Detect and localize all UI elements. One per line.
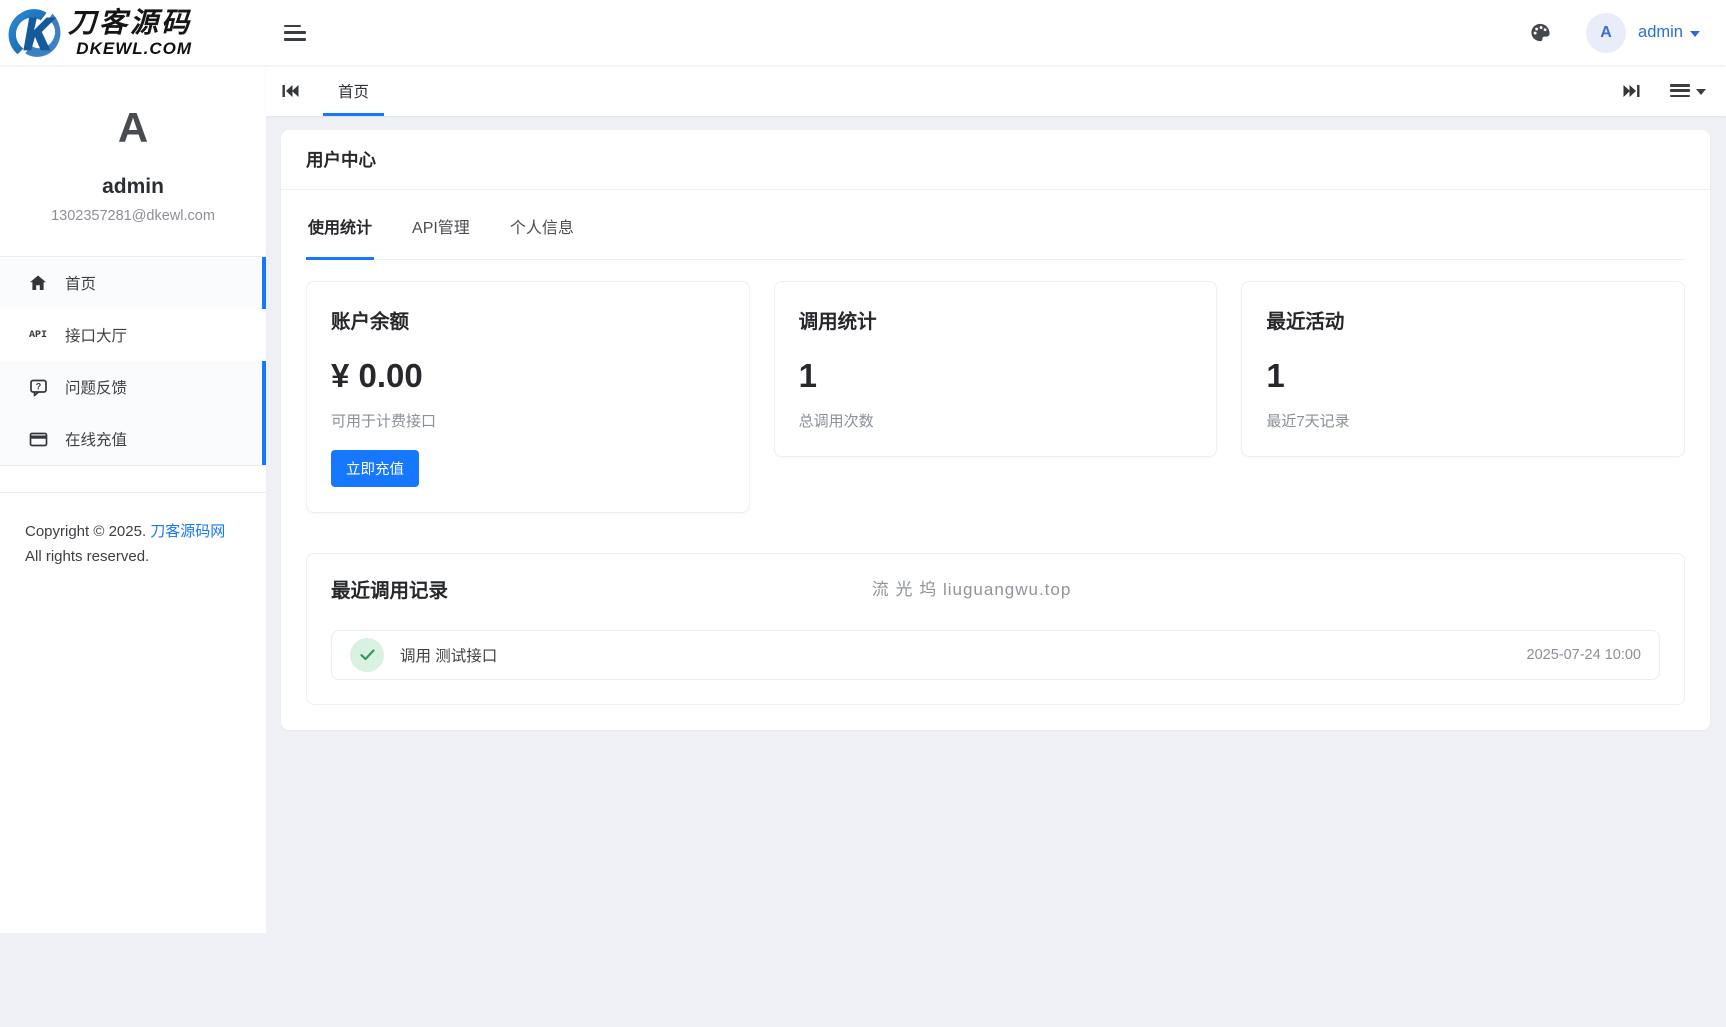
user-avatar[interactable]: A bbox=[1586, 12, 1627, 53]
activity-title: 最近活动 bbox=[1266, 311, 1345, 333]
activity-value: 1 bbox=[1266, 357, 1285, 394]
copyright-line: Copyright © 2025. 刀客源码网 bbox=[25, 523, 226, 540]
sidebar-toggle-icon[interactable] bbox=[284, 24, 306, 41]
user-dropdown[interactable]: admin bbox=[1638, 23, 1700, 42]
skip-backward-icon bbox=[282, 84, 299, 97]
sidebar-item-recharge[interactable]: 在线充值 bbox=[0, 413, 266, 465]
balance-card: 账户余额 ¥ 0.00 可用于计费接口 立即充值 bbox=[306, 281, 750, 513]
caret-down-icon bbox=[1690, 30, 1700, 37]
tabs-scroll-right-button[interactable] bbox=[1623, 84, 1640, 98]
check-icon bbox=[359, 649, 375, 661]
user-center-panel: 用户中心 使用统计 API管理 个人信息 账户余额 ¥ 0.00 可用于计费接口… bbox=[281, 130, 1710, 730]
credit-card-icon bbox=[28, 430, 48, 449]
balance-title: 账户余额 bbox=[331, 311, 410, 333]
sidebar-item-home[interactable]: 首页 bbox=[0, 257, 266, 309]
recent-calls-card: 最近调用记录 流 光 坞 liuguangwu.top 调用 测试接口 2025… bbox=[306, 553, 1685, 705]
tab-usage-stats[interactable]: 使用统计 bbox=[306, 198, 375, 260]
calls-caption: 总调用次数 bbox=[798, 413, 874, 430]
page-tabbar: 首页 bbox=[266, 65, 1726, 116]
panel-tabs: 使用统计 API管理 个人信息 bbox=[306, 190, 1685, 260]
activity-card: 最近活动 1 最近7天记录 bbox=[1241, 281, 1685, 457]
sidebar-profile: A admin 1302357281@dkewl.com bbox=[0, 65, 266, 256]
api-icon: API bbox=[28, 329, 47, 341]
recent-call-row: 调用 测试接口 2025-07-24 10:00 bbox=[331, 630, 1660, 680]
list-icon bbox=[1670, 84, 1690, 97]
profile-name: admin bbox=[102, 175, 164, 198]
sidebar: A admin 1302357281@dkewl.com 首页 API 接口大厅 bbox=[0, 65, 266, 933]
recharge-button[interactable]: 立即充值 bbox=[331, 450, 419, 487]
svg-text:?: ? bbox=[35, 381, 41, 391]
home-icon bbox=[28, 274, 48, 292]
logo-subtitle: DKEWL.COM bbox=[76, 38, 193, 58]
logo-title: 刀客源码 bbox=[68, 6, 193, 38]
balance-caption: 可用于计费接口 bbox=[331, 413, 437, 430]
palette-icon bbox=[1531, 23, 1550, 42]
tab-options-button[interactable] bbox=[1670, 84, 1706, 97]
logo[interactable]: 刀客源码 DKEWL.COM bbox=[0, 0, 240, 65]
sidebar-item-label: 在线充值 bbox=[65, 432, 128, 449]
success-status-badge bbox=[350, 638, 384, 672]
tab-api-management[interactable]: API管理 bbox=[410, 198, 472, 259]
sidebar-item-label: 首页 bbox=[65, 276, 97, 293]
app-header: 刀客源码 DKEWL.COM A admin bbox=[0, 0, 1726, 65]
activity-caption: 最近7天记录 bbox=[1266, 413, 1350, 430]
watermark-text: 流 光 坞 liuguangwu.top bbox=[871, 580, 1072, 599]
sidebar-item-feedback[interactable]: ? 问题反馈 bbox=[0, 361, 266, 413]
theme-button[interactable] bbox=[1529, 21, 1552, 44]
panel-body: 使用统计 API管理 个人信息 账户余额 ¥ 0.00 可用于计费接口 立即充值… bbox=[281, 190, 1710, 730]
calls-card: 调用统计 1 总调用次数 bbox=[773, 281, 1218, 457]
sidebar-item-label: 接口大厅 bbox=[65, 328, 128, 345]
tab-personal-info[interactable]: 个人信息 bbox=[508, 198, 576, 259]
logo-k-icon bbox=[8, 8, 61, 57]
site-link[interactable]: 刀客源码网 bbox=[150, 523, 225, 540]
header-right: A admin bbox=[1529, 12, 1726, 53]
sidebar-item-label: 问题反馈 bbox=[65, 380, 128, 397]
calls-value: 1 bbox=[798, 357, 818, 394]
skip-forward-icon bbox=[1623, 84, 1640, 97]
panel-title: 用户中心 bbox=[281, 130, 1710, 190]
main-content: 用户中心 使用统计 API管理 个人信息 账户余额 ¥ 0.00 可用于计费接口… bbox=[266, 116, 1726, 730]
avatar-initial: A bbox=[1600, 23, 1612, 41]
calls-title: 调用统计 bbox=[798, 311, 877, 333]
tab-home[interactable]: 首页 bbox=[323, 65, 385, 116]
tabbar-right bbox=[1623, 84, 1706, 98]
sidebar-footer: Copyright © 2025. 刀客源码网 All rights reser… bbox=[0, 492, 266, 569]
recent-call-text: 调用 测试接口 bbox=[400, 648, 498, 665]
balance-value: ¥ 0.00 bbox=[331, 357, 423, 394]
sidebar-nav: 首页 API 接口大厅 ? 问题反馈 在线充值 bbox=[0, 257, 266, 465]
user-name: admin bbox=[1638, 23, 1683, 41]
rights-line: All rights reserved. bbox=[25, 548, 150, 565]
feedback-icon: ? bbox=[28, 378, 48, 397]
recent-call-time: 2025-07-24 10:00 bbox=[1526, 647, 1642, 663]
divider bbox=[0, 465, 266, 466]
stats-grid: 账户余额 ¥ 0.00 可用于计费接口 立即充值 调用统计 1 总调用次数 最近… bbox=[306, 281, 1685, 513]
tabs-scroll-left-button[interactable] bbox=[282, 84, 299, 98]
sidebar-item-api-hall[interactable]: API 接口大厅 bbox=[0, 309, 266, 361]
logo-text: 刀客源码 DKEWL.COM bbox=[68, 6, 193, 58]
profile-initial: A bbox=[117, 104, 149, 151]
profile-email: 1302357281@dkewl.com bbox=[51, 208, 215, 224]
caret-down-icon bbox=[1696, 88, 1706, 95]
